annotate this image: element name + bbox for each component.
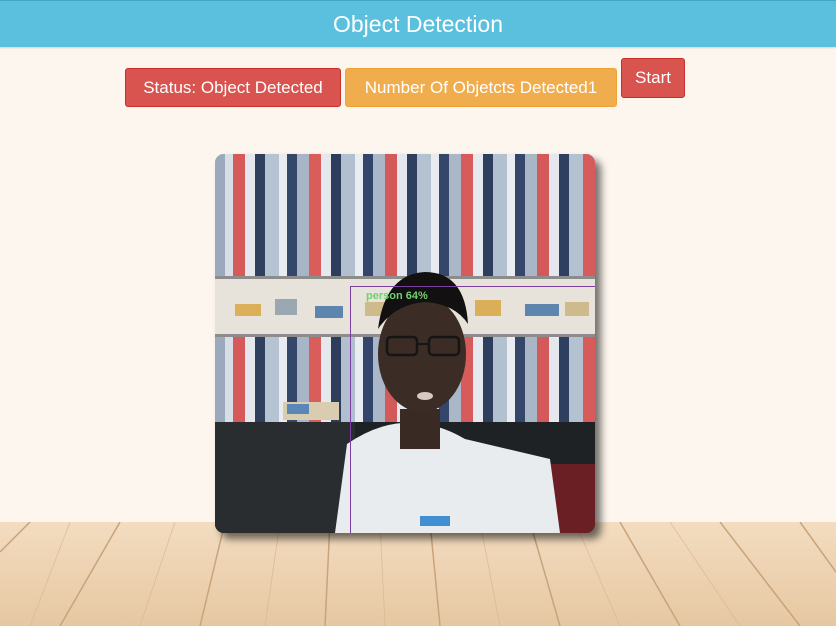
app-header: Object Detection — [0, 0, 836, 47]
webcam-feed: person 64% — [215, 154, 595, 533]
page-title: Object Detection — [332, 10, 504, 37]
wood-floor-background — [0, 522, 836, 626]
detection-bounding-box — [350, 286, 595, 533]
start-button[interactable]: Start — [621, 58, 685, 98]
status-badge: Status: Object Detected — [125, 68, 341, 107]
detection-label: person 64% — [366, 290, 428, 302]
object-count-badge: Number Of Objetcts Detected1 — [345, 68, 617, 107]
